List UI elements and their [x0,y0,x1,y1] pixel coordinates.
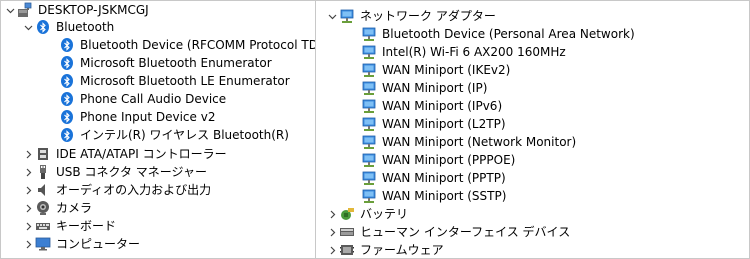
tree-item-network-adapter[interactable]: WAN Miniport (PPPOE) [361,151,515,169]
chevron-right-icon[interactable] [327,205,337,223]
tree-item-bluetooth-device[interactable]: Microsoft Bluetooth Enumerator [59,54,272,72]
ide-controller-icon [35,146,51,162]
tree-category-ide[interactable]: IDE ATA/ATAPI コントローラー [23,145,227,163]
tree-item-label: Intel(R) Wi-Fi 6 AX200 160MHz [382,45,566,59]
bluetooth-icon [59,73,75,89]
computer-icon [17,2,33,18]
tree-item-bluetooth-device[interactable]: Phone Input Device v2 [59,108,215,126]
tree-item-label: WAN Miniport (IKEv2) [382,63,511,77]
tree-category-camera[interactable]: カメラ [23,199,92,217]
tree-item-label: WAN Miniport (IP) [382,81,488,95]
tree-item-label: Bluetooth Device (Personal Area Network) [382,27,635,41]
tree-item-network-adapter[interactable]: WAN Miniport (IPv6) [361,97,502,115]
chevron-right-icon[interactable] [23,181,33,199]
bluetooth-icon [35,19,51,35]
chevron-right-icon[interactable] [23,199,33,217]
network-adapter-icon [361,26,377,42]
category-label: コンピューター [56,237,141,251]
bluetooth-icon [59,109,75,125]
chevron-right-icon[interactable] [23,163,33,181]
category-label: IDE ATA/ATAPI コントローラー [56,147,227,161]
tree-item-label: Bluetooth Device (RFCOMM Protocol TDI) [80,38,315,52]
tree-item-network-adapter[interactable]: WAN Miniport (IP) [361,79,487,97]
speaker-icon [35,182,51,198]
tree-category-keyboard[interactable]: キーボード [23,217,116,235]
tree-category-audio-io[interactable]: オーディオの入力および出力 [23,181,211,199]
hid-icon [339,224,355,240]
network-adapter-icon [361,98,377,114]
tree-item-label: WAN Miniport (PPPOE) [382,153,516,167]
bluetooth-icon [59,91,75,107]
tree-item-network-adapter[interactable]: WAN Miniport (PPTP) [361,169,506,187]
tree-item-label: Microsoft Bluetooth Enumerator [80,56,272,70]
tree-category-bluetooth[interactable]: Bluetooth [23,18,114,36]
device-manager-tree-view: DESKTOP-JSKMCGJ Bluetooth Bluetooth Devi… [0,0,750,259]
category-label: カメラ [56,201,93,215]
firmware-icon [339,242,355,258]
tree-item-bluetooth-device[interactable]: Bluetooth Device (RFCOMM Protocol TDI) [59,36,315,54]
chevron-right-icon[interactable] [327,241,337,258]
chevron-right-icon[interactable] [23,217,33,235]
network-adapter-icon [361,62,377,78]
network-adapter-icon [361,44,377,60]
tree-category-network-adapters[interactable]: ネットワーク アダプター [327,7,496,25]
camera-icon [35,200,51,216]
tree-item-network-adapter[interactable]: Intel(R) Wi-Fi 6 AX200 160MHz [361,43,566,61]
chevron-down-icon[interactable] [327,7,337,25]
category-network-label: ネットワーク アダプター [360,9,496,23]
bluetooth-icon [59,37,75,53]
tree-item-network-adapter[interactable]: WAN Miniport (Network Monitor) [361,133,576,151]
usb-connector-icon [35,164,51,180]
tree-item-label: WAN Miniport (IPv6) [382,99,503,113]
network-adapter-icon [361,152,377,168]
network-adapter-icon [361,116,377,132]
tree-item-label: Microsoft Bluetooth LE Enumerator [80,74,290,88]
network-adapter-icon [361,170,377,186]
tree-root-computer[interactable]: DESKTOP-JSKMCGJ [5,1,149,19]
tree-item-label: Phone Input Device v2 [80,110,216,124]
category-label: オーディオの入力および出力 [56,183,212,197]
battery-icon [339,206,355,222]
tree-item-network-adapter[interactable]: WAN Miniport (L2TP) [361,115,506,133]
tree-item-label: WAN Miniport (L2TP) [382,117,506,131]
tree-item-network-adapter[interactable]: WAN Miniport (SSTP) [361,187,506,205]
tree-item-label: WAN Miniport (Network Monitor) [382,135,577,149]
tree-category-computer[interactable]: コンピューター [23,235,140,253]
keyboard-icon [35,218,51,234]
chevron-right-icon[interactable] [23,235,33,253]
chevron-down-icon[interactable] [23,18,33,36]
category-label: バッテリ [360,207,409,221]
category-label: ヒューマン インターフェイス デバイス [360,225,571,239]
monitor-icon [35,236,51,252]
chevron-right-icon[interactable] [327,223,337,241]
tree-category-battery[interactable]: バッテリ [327,205,408,223]
category-bluetooth-label: Bluetooth [56,20,115,34]
tree-item-label: インテル(R) ワイヤレス Bluetooth(R) [80,128,289,142]
category-label: USB コネクタ マネージャー [56,165,207,179]
category-label: キーボード [56,219,117,233]
root-computer-label: DESKTOP-JSKMCGJ [38,3,149,17]
network-adapter-icon [361,80,377,96]
tree-item-label: Phone Call Audio Device [80,92,227,106]
chevron-down-icon[interactable] [5,1,15,19]
tree-item-bluetooth-device[interactable]: Microsoft Bluetooth LE Enumerator [59,72,290,90]
network-adapter-icon [361,188,377,204]
tree-item-network-adapter[interactable]: Bluetooth Device (Personal Area Network) [361,25,635,43]
chevron-right-icon[interactable] [23,145,33,163]
bluetooth-icon [59,55,75,71]
network-adapter-icon [361,134,377,150]
tree-category-firmware[interactable]: ファームウェア [327,241,444,258]
left-tree-pane: DESKTOP-JSKMCGJ Bluetooth Bluetooth Devi… [1,1,315,258]
tree-item-bluetooth-device[interactable]: Phone Call Audio Device [59,90,226,108]
network-adapter-icon [339,8,355,24]
tree-item-network-adapter[interactable]: WAN Miniport (IKEv2) [361,61,510,79]
tree-item-label: WAN Miniport (SSTP) [382,189,507,203]
tree-item-label: WAN Miniport (PPTP) [382,171,506,185]
bluetooth-icon [59,127,75,143]
category-label: ファームウェア [360,243,444,257]
tree-category-hid[interactable]: ヒューマン インターフェイス デバイス [327,223,570,241]
right-tree-pane: ネットワーク アダプター Bluetooth Device (Personal … [316,1,749,258]
tree-item-bluetooth-device[interactable]: インテル(R) ワイヤレス Bluetooth(R) [59,126,289,144]
tree-category-usb-connector[interactable]: USB コネクタ マネージャー [23,163,207,181]
